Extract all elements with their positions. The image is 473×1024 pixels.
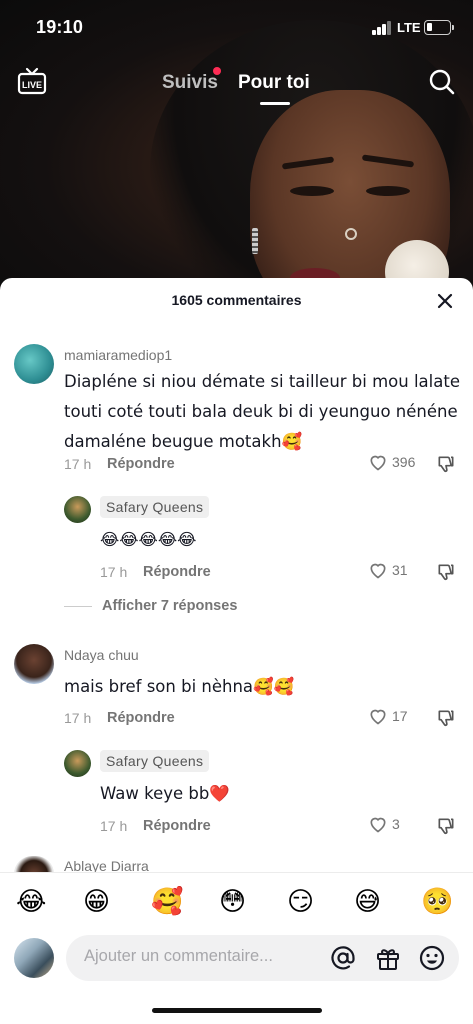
quick-emoji-button[interactable]: 😳 [219, 887, 253, 921]
reply-button[interactable]: Répondre [143, 564, 211, 580]
status-time: 19:10 [36, 17, 84, 37]
comment-text: mais bref son bi nèhna🥰🥰 [64, 677, 295, 696]
comment-time: 17 h [64, 710, 92, 726]
comment-username[interactable]: mamiaramediop1 [64, 347, 172, 363]
tab-for-you[interactable]: Pour toi [238, 72, 310, 94]
heart-outline-icon [370, 709, 386, 725]
close-button[interactable] [434, 290, 456, 312]
my-avatar[interactable] [14, 938, 54, 978]
reply-time: 17 h [100, 564, 128, 580]
video-figure-nose-ring [345, 228, 357, 240]
search-button[interactable] [428, 68, 456, 96]
like-button[interactable]: 396 [368, 452, 415, 472]
quick-emoji-bar: 😂 😁 🥰 😳 😏 😅 🥺 [0, 872, 473, 934]
view-replies-label: Afficher 7 réponses [102, 598, 238, 614]
reply-button[interactable]: Répondre [107, 710, 175, 726]
reply-username[interactable]: Safary Queens [100, 750, 210, 772]
quick-emoji-button[interactable]: 😂 [16, 887, 50, 921]
notification-dot [213, 67, 221, 75]
heart-outline-icon [370, 455, 386, 471]
battery-icon [424, 20, 454, 35]
video-figure-eye [290, 186, 334, 196]
comment-text-line: Diapléne si niou démate si tailleur bi m… [64, 372, 460, 391]
comment-username[interactable]: Ndaya chuu [64, 647, 139, 663]
like-button[interactable]: 17 [368, 706, 408, 726]
heart-outline-icon [370, 817, 386, 833]
status-bar: 19:10 LTE [0, 14, 473, 42]
comment-count: 1605 commentaires [171, 292, 302, 308]
quick-emoji-button[interactable]: 🥰 [151, 887, 185, 921]
gift-icon[interactable] [374, 944, 402, 972]
active-tab-indicator [260, 102, 290, 105]
reply-text: 😂😂😂😂😂 [100, 530, 197, 549]
home-indicator [152, 1008, 322, 1013]
avatar[interactable] [64, 750, 91, 777]
video-figure-eye [366, 186, 410, 196]
thumbs-down-icon[interactable] [436, 562, 456, 582]
like-count: 17 [392, 708, 408, 724]
reply-username[interactable]: Safary Queens [100, 496, 210, 518]
network-label: LTE [397, 20, 421, 35]
avatar[interactable] [14, 344, 54, 384]
like-button[interactable]: 3 [368, 814, 400, 834]
avatar[interactable] [14, 644, 54, 684]
like-count: 31 [392, 562, 408, 578]
tab-following[interactable]: Suivis [162, 72, 218, 94]
like-count: 3 [392, 816, 400, 832]
like-count: 396 [392, 454, 416, 470]
comment-time: 17 h [64, 456, 92, 472]
comments-header: 1605 commentaires [0, 278, 473, 322]
comment-text: Diapléne si niou démate si tailleur bi m… [64, 367, 464, 457]
comment-input-row: Ajouter un commentaire... [0, 932, 473, 992]
reply-button[interactable]: Répondre [107, 456, 175, 472]
video-player[interactable] [0, 0, 473, 300]
quick-emoji-button[interactable]: 😏 [287, 887, 321, 921]
quick-emoji-button[interactable]: 😁 [83, 887, 117, 921]
feed-tabs: Suivis Pour toi [0, 67, 473, 105]
smiley-icon[interactable] [418, 944, 446, 972]
thumbs-down-icon[interactable] [436, 708, 456, 728]
quick-emoji-button[interactable]: 😅 [354, 887, 388, 921]
like-button[interactable]: 31 [368, 560, 408, 580]
video-figure-earring [252, 228, 258, 254]
at-sign-icon[interactable] [329, 944, 357, 972]
reply-text: Waw keye bb❤️ [100, 784, 230, 803]
reply-button[interactable]: Répondre [143, 818, 211, 834]
divider-line [64, 605, 92, 607]
search-icon [429, 69, 455, 95]
comment-input-placeholder: Ajouter un commentaire... [84, 947, 273, 965]
close-icon [437, 293, 453, 309]
quick-emoji-button[interactable]: 🥺 [421, 887, 455, 921]
reply-time: 17 h [100, 818, 128, 834]
heart-outline-icon [370, 563, 386, 579]
avatar[interactable] [64, 496, 91, 523]
signal-icon [372, 21, 392, 35]
thumbs-down-icon[interactable] [436, 454, 456, 474]
thumbs-down-icon[interactable] [436, 816, 456, 836]
view-replies-button[interactable]: Afficher 7 réponses [64, 598, 237, 614]
comment-text-line: touti coté touti bala deuk bi di yeunguo… [64, 402, 458, 421]
